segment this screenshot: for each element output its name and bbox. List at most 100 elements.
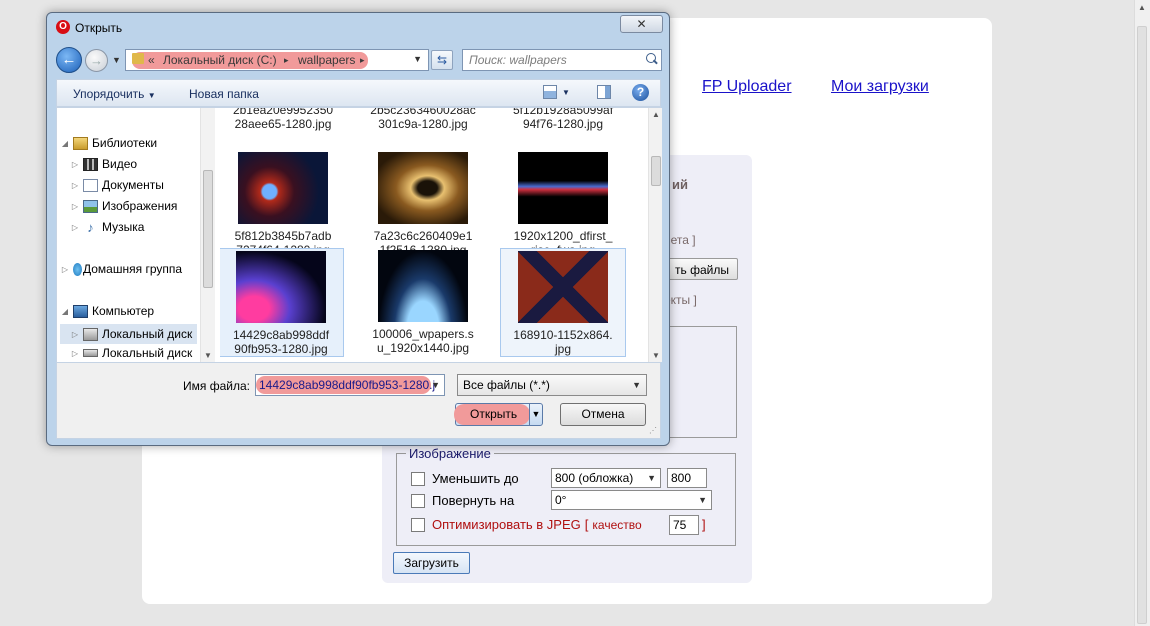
image-legend: Изображение xyxy=(409,446,491,461)
nav-label: Изображения xyxy=(102,199,178,213)
optimize-checkbox[interactable] xyxy=(411,517,425,532)
scroll-up-icon[interactable]: ▲ xyxy=(652,110,660,119)
close-button[interactable]: ✕ xyxy=(620,15,663,33)
nav-item-pictures[interactable]: ▷ Изображения xyxy=(70,199,178,213)
file-item[interactable]: 2b5c2363460028ac 301c9a-1280.jpg xyxy=(360,108,486,131)
nav-item-local-disk-d[interactable]: ▷ Локальный диск xyxy=(70,346,192,360)
chevron-down-icon[interactable]: ▼ xyxy=(529,404,542,425)
organize-menu[interactable]: Упорядочить ▼ xyxy=(73,87,156,101)
breadcrumb-separator-icon[interactable]: ▸ xyxy=(284,55,289,66)
file-item[interactable]: 5f812b3845b7adb7274f64-1280.jpg xyxy=(220,152,346,257)
open-file-dialog: O Открыть ✕ ← → ▼ « Локальный диск (C:) … xyxy=(46,12,670,446)
history-dropdown-icon[interactable]: ▼ xyxy=(112,55,121,65)
expand-icon[interactable]: ▷ xyxy=(60,265,70,274)
preview-pane-icon[interactable] xyxy=(597,85,611,99)
file-list-scrollbar-thumb[interactable] xyxy=(651,156,661,186)
breadcrumb-separator-icon[interactable]: ▸ xyxy=(360,55,365,66)
reduce-size-input[interactable]: 800 xyxy=(667,468,707,488)
open-button[interactable]: Открыть ▼ xyxy=(454,403,543,426)
nav-item-local-disk-c[interactable]: ▷ Локальный диск xyxy=(60,324,197,344)
search-input[interactable]: Поиск: wallpapers xyxy=(462,49,662,71)
dialog-toolbar: Упорядочить ▼ Новая папка ▼ ? xyxy=(56,79,661,107)
folder-icon xyxy=(132,53,144,64)
nav-item-computer[interactable]: ◢ Компьютер xyxy=(60,304,154,318)
page-scrollbar-thumb[interactable] xyxy=(1137,26,1147,624)
view-icon[interactable] xyxy=(543,85,557,99)
thumbnail-light-streak xyxy=(518,152,608,224)
help-icon[interactable]: ? xyxy=(632,84,649,101)
expand-icon[interactable]: ▷ xyxy=(70,223,80,232)
expand-icon[interactable]: ▷ xyxy=(70,160,80,169)
open-label: Открыть xyxy=(470,407,518,421)
navigation-pane: ◢ Библиотеки ▷ Видео ▷ Документы ▷ Изобр… xyxy=(57,108,217,362)
nav-label: Локальный диск xyxy=(102,327,193,341)
scroll-up-icon[interactable]: ▲ xyxy=(1138,3,1146,12)
new-folder-button[interactable]: Новая папка xyxy=(189,87,259,101)
nav-item-libraries[interactable]: ◢ Библиотеки xyxy=(60,136,157,150)
file-name-line: 90fb953-1280.jpg xyxy=(234,342,328,356)
scroll-down-icon[interactable]: ▼ xyxy=(204,351,212,360)
file-item[interactable]: 100006_wpapers.s u_1920x1440.jpg xyxy=(360,250,486,355)
thumbnail-abstract xyxy=(378,152,468,224)
filename-input[interactable]: 14429c8ab998ddf90fb953-1280.j ▼ xyxy=(255,374,445,396)
nav-scrollbar[interactable]: ▼ xyxy=(200,108,215,362)
quality-input[interactable]: 75 xyxy=(669,515,699,535)
libraries-icon xyxy=(73,136,88,150)
breadcrumb-prefix[interactable]: « xyxy=(148,53,155,67)
expand-icon[interactable]: ▷ xyxy=(70,202,80,211)
file-type-select[interactable]: Все файлы (*.*) ▼ xyxy=(457,374,647,396)
rotate-select[interactable]: 0° ▼ xyxy=(551,490,712,510)
reduce-checkbox[interactable] xyxy=(411,471,425,486)
pictures-icon xyxy=(83,199,98,213)
nav-link-fp-uploader[interactable]: FP Uploader xyxy=(702,78,792,96)
file-item-selected[interactable]: 14429c8ab998ddf 90fb953-1280.jpg xyxy=(220,248,344,357)
thumbnail-earth-horizon xyxy=(378,250,468,322)
dialog-title: Открыть xyxy=(75,21,123,35)
file-name-line: jpg xyxy=(554,342,571,356)
resize-grip-icon[interactable]: ⋰ xyxy=(649,426,657,435)
nav-item-music[interactable]: ▷ ♪ Музыка xyxy=(70,219,145,235)
file-item[interactable]: 1920x1200_dfirst_rise_fwa.jpg xyxy=(500,152,626,257)
chevron-down-icon[interactable]: ▼ xyxy=(431,380,440,390)
chevron-down-icon: ▼ xyxy=(632,380,641,390)
file-item[interactable]: 5f12b1928a5099af 94f76-1280.jpg xyxy=(500,108,626,131)
breadcrumb-wallpapers[interactable]: wallpapers xyxy=(298,53,355,67)
file-list-scrollbar[interactable]: ▲ ▼ xyxy=(648,108,662,362)
nav-link-my-uploads[interactable]: Мои загрузки xyxy=(831,78,929,96)
file-item[interactable]: 2b1ea20e9952350 28aee65-1280.jpg xyxy=(220,108,346,131)
file-name-line: 28aee65-1280.jpg xyxy=(234,117,332,131)
nav-item-documents[interactable]: ▷ Документы xyxy=(70,178,164,192)
rotate-checkbox[interactable] xyxy=(411,493,425,508)
reduce-size-select[interactable]: 800 (обложка) ▼ xyxy=(551,468,661,488)
filename-value: 14429c8ab998ddf90fb953-1280.j xyxy=(259,378,436,392)
address-bar[interactable]: « Локальный диск (C:) ▸ wallpapers ▸ ▼ xyxy=(125,49,429,71)
scroll-down-icon[interactable]: ▼ xyxy=(652,351,660,360)
chevron-down-icon[interactable]: ▼ xyxy=(413,54,422,64)
breadcrumb-local-disk[interactable]: Локальный диск (C:) xyxy=(163,53,277,67)
upload-button[interactable]: Загрузить xyxy=(393,552,470,574)
expand-icon[interactable]: ▷ xyxy=(70,181,80,190)
nav-scrollbar-thumb[interactable] xyxy=(203,170,213,288)
nav-label: Домашняя группа xyxy=(83,262,183,276)
back-arrow-icon[interactable]: ← xyxy=(56,47,82,73)
chevron-down-icon[interactable]: ▼ xyxy=(562,88,570,97)
file-name-line: 100006_wpapers.s xyxy=(372,327,474,341)
expand-icon[interactable]: ◢ xyxy=(60,139,70,148)
nav-item-homegroup[interactable]: ▷ Домашняя группа xyxy=(60,262,182,276)
bracket-close: ] xyxy=(702,517,706,532)
expand-icon[interactable]: ▷ xyxy=(70,349,80,358)
nav-item-video[interactable]: ▷ Видео xyxy=(70,157,137,171)
expand-icon[interactable]: ▷ xyxy=(70,330,80,339)
search-icon xyxy=(646,53,656,63)
cancel-button[interactable]: Отмена xyxy=(560,403,646,426)
search-placeholder: Поиск: wallpapers xyxy=(469,53,567,67)
thumbnail-flag xyxy=(518,251,608,323)
music-icon: ♪ xyxy=(87,219,94,235)
file-item-hover[interactable]: 168910-1152x864. jpg xyxy=(500,248,626,357)
page-scrollbar[interactable]: ▲ xyxy=(1134,0,1150,626)
refresh-icon[interactable]: ⇆ xyxy=(431,50,453,70)
expand-icon[interactable]: ◢ xyxy=(60,307,70,316)
file-item[interactable]: 7a23c6c260409e11f2516-1280.jpg xyxy=(360,152,486,257)
forward-arrow-icon[interactable]: → xyxy=(85,49,108,72)
select-files-button[interactable]: ть файлы xyxy=(660,258,738,280)
